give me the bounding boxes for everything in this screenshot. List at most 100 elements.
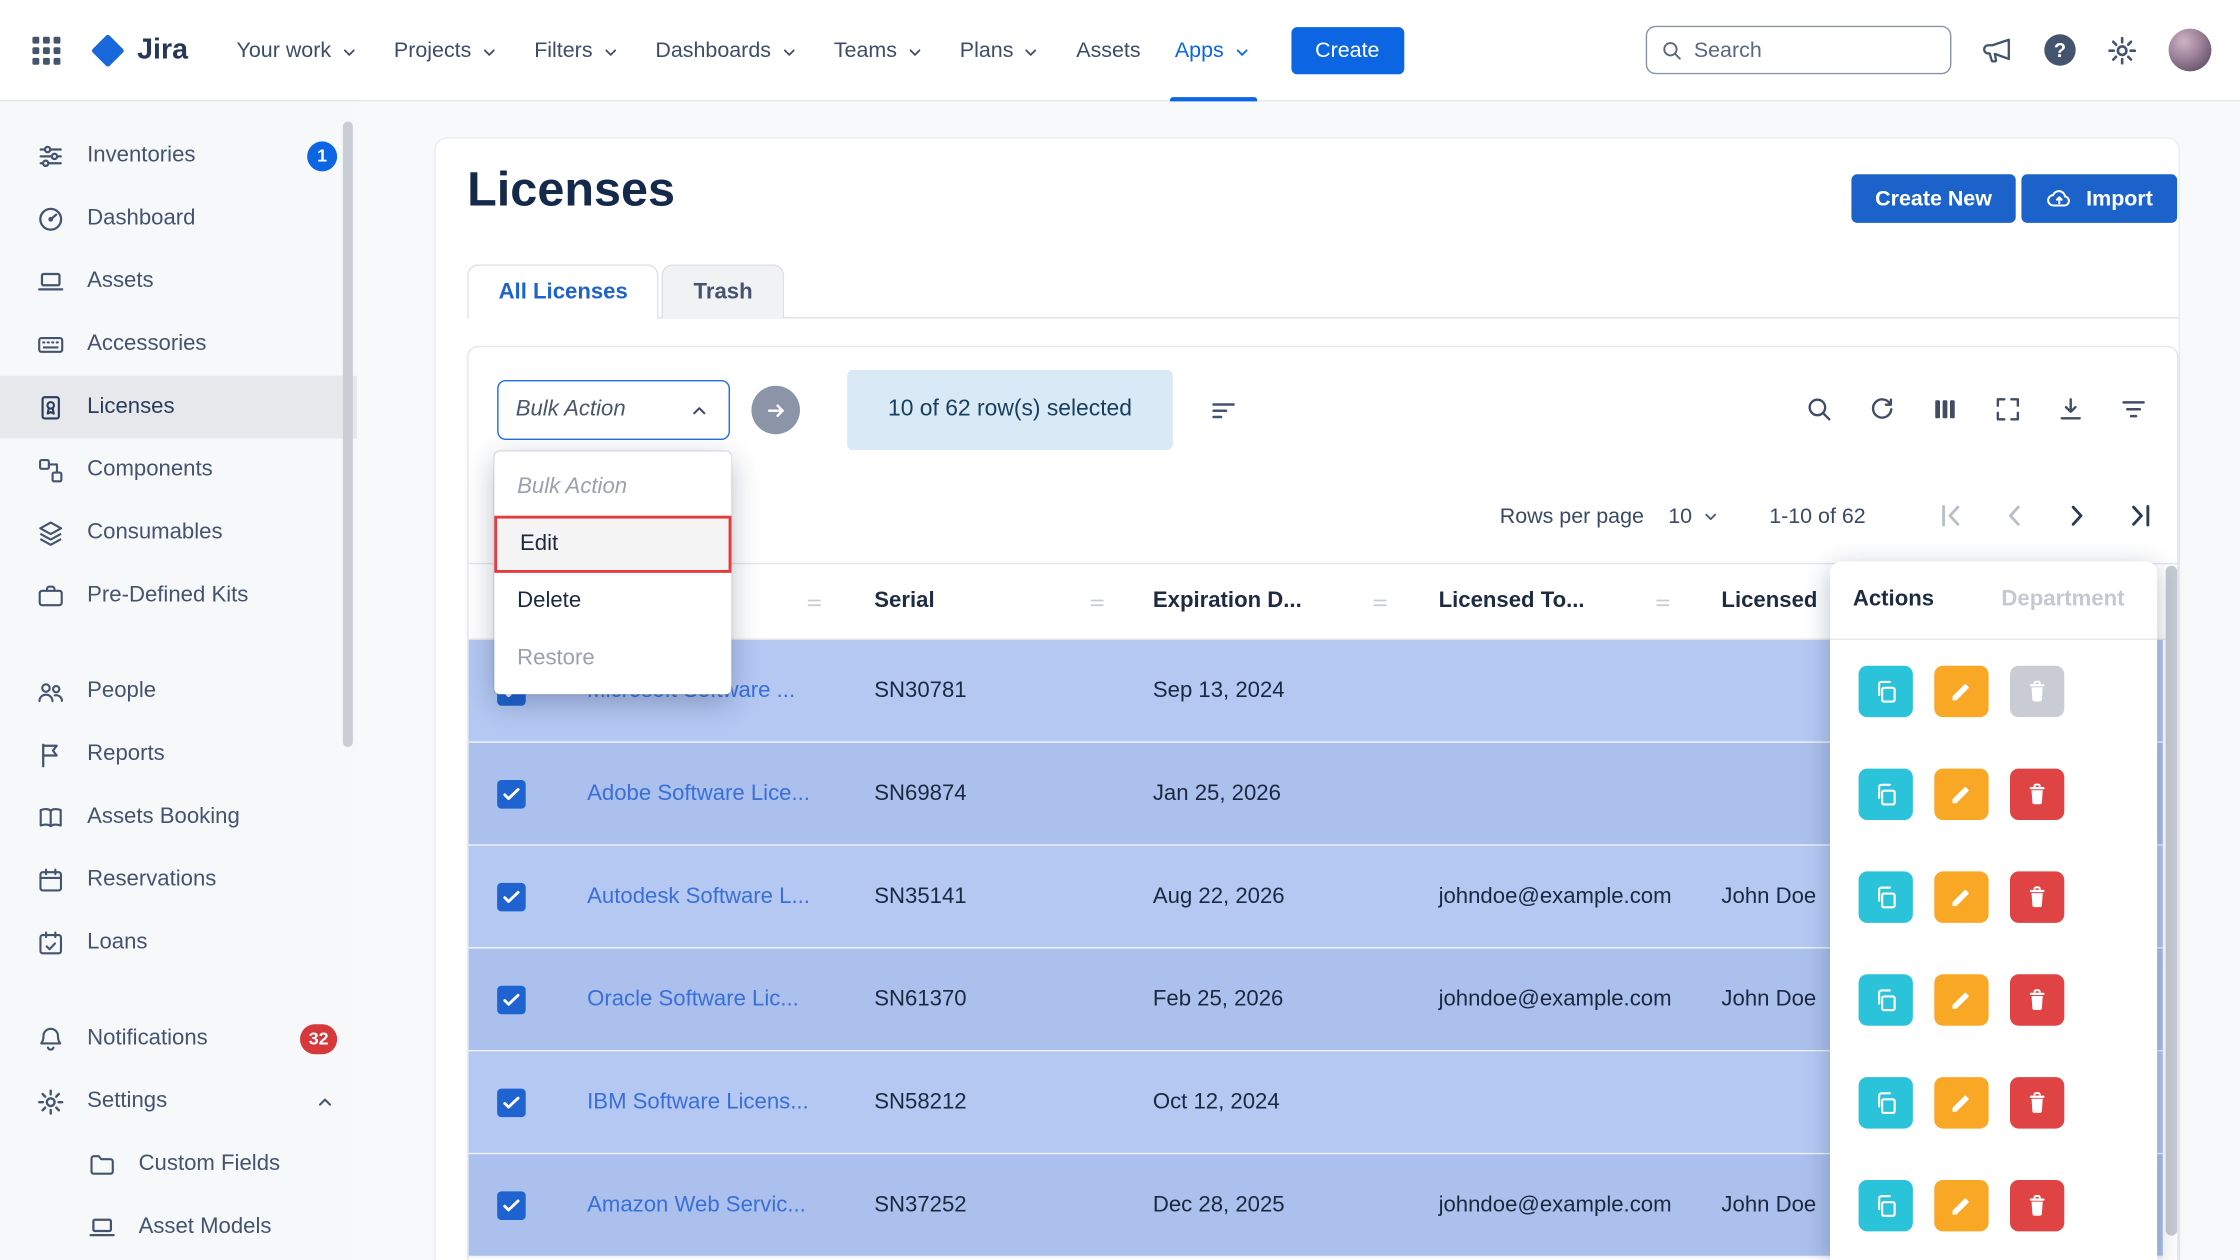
edit-button[interactable] — [1934, 769, 1988, 820]
nav-item-dashboards[interactable]: Dashboards — [638, 0, 816, 101]
row-checkbox-checked[interactable] — [497, 986, 526, 1015]
table-scrollbar-thumb[interactable] — [2166, 566, 2177, 1235]
jira-logo[interactable]: Jira — [89, 31, 188, 70]
sidebar-item-accessories[interactable]: Accessories — [0, 313, 357, 376]
sidebar-item-components[interactable]: Components — [0, 439, 357, 502]
copy-button[interactable] — [1859, 871, 1913, 922]
global-search[interactable] — [1646, 26, 1952, 75]
create-button[interactable]: Create — [1291, 26, 1404, 73]
edit-button[interactable] — [1934, 974, 1988, 1025]
column-header-actions: Actions — [1853, 587, 1934, 613]
delete-button[interactable] — [2010, 1180, 2064, 1231]
help-icon[interactable]: ? — [2044, 34, 2075, 65]
column-drag-handle[interactable] — [1084, 591, 1110, 614]
rows-per-page-select[interactable]: 10 — [1668, 504, 1722, 528]
first-page-button[interactable] — [1934, 499, 1968, 533]
calendar-check-icon — [36, 928, 66, 958]
sort-icon[interactable] — [1209, 396, 1239, 426]
edit-button[interactable] — [1934, 1180, 1988, 1231]
delete-button[interactable] — [2010, 1077, 2064, 1128]
license-name-link[interactable]: IBM Software Licens... — [587, 1051, 809, 1152]
search-input[interactable] — [1694, 38, 1937, 62]
nav-item-filters[interactable]: Filters — [517, 0, 638, 101]
sidebar-item-assets-booking[interactable]: Assets Booking — [0, 786, 357, 849]
sidebar-scrollbar[interactable] — [343, 121, 353, 747]
import-button[interactable]: Import — [2022, 174, 2177, 223]
edit-button[interactable] — [1934, 871, 1988, 922]
previous-page-button[interactable] — [1997, 499, 2031, 533]
user-avatar[interactable] — [2169, 29, 2212, 72]
nav-item-apps[interactable]: Apps — [1158, 0, 1270, 101]
sidebar-item-label: Reservations — [87, 867, 337, 893]
tab-trash[interactable]: Trash — [662, 264, 784, 318]
sidebar-item-notifications[interactable]: Notifications 32 — [0, 1007, 357, 1070]
column-header-serial[interactable]: Serial — [874, 564, 934, 638]
refresh-icon[interactable] — [1867, 394, 1897, 424]
copy-button[interactable] — [1859, 1180, 1913, 1231]
nav-item-your-work[interactable]: Your work — [219, 0, 376, 101]
column-header-licensed-name[interactable]: Licensed — [1721, 564, 1817, 638]
sidebar-item-custom-fields[interactable]: Custom Fields — [0, 1133, 357, 1196]
copy-button[interactable] — [1859, 769, 1913, 820]
delete-button[interactable] — [2010, 769, 2064, 820]
copy-button[interactable] — [1859, 666, 1913, 717]
sidebar-item-loans[interactable]: Loans — [0, 911, 357, 974]
sidebar-item-dashboard[interactable]: Dashboard — [0, 187, 357, 250]
tab-all-licenses[interactable]: All Licenses — [467, 264, 659, 318]
chevron-down-icon — [1021, 41, 1042, 62]
license-name-link[interactable]: Amazon Web Servic... — [587, 1154, 806, 1255]
menu-item-edit[interactable]: Edit — [494, 516, 731, 573]
column-header-licensed-to[interactable]: Licensed To... — [1439, 564, 1585, 638]
row-checkbox-checked[interactable] — [497, 883, 526, 912]
sidebar-item-settings[interactable]: Settings — [0, 1070, 357, 1133]
delete-button[interactable] — [2010, 974, 2064, 1025]
sidebar-item-reports[interactable]: Reports — [0, 723, 357, 786]
sidebar-item-people[interactable]: People — [0, 660, 357, 723]
sidebar-item-inventories[interactable]: Inventories 1 — [0, 124, 357, 187]
download-icon[interactable] — [2056, 394, 2086, 424]
megaphone-icon[interactable] — [1981, 34, 2014, 67]
copy-button[interactable] — [1859, 974, 1913, 1025]
column-drag-handle[interactable] — [1367, 591, 1393, 614]
row-checkbox-checked[interactable] — [497, 1089, 526, 1118]
column-drag-handle[interactable] — [801, 591, 827, 614]
settings-gear-icon[interactable] — [2106, 34, 2139, 67]
column-drag-handle[interactable] — [1650, 591, 1676, 614]
columns-icon[interactable] — [1930, 394, 1960, 424]
copy-button[interactable] — [1859, 1077, 1913, 1128]
app-switcher-icon[interactable] — [29, 32, 65, 68]
filter-icon[interactable] — [2119, 394, 2149, 424]
edit-button[interactable] — [1934, 666, 1988, 717]
menu-item-delete[interactable]: Delete — [494, 573, 731, 630]
license-name-link[interactable]: Oracle Software Lic... — [587, 949, 799, 1050]
sidebar-item-assets[interactable]: Assets — [0, 250, 357, 313]
licensed-to-cell: johndoe@example.com — [1439, 949, 1672, 1050]
jira-logo-icon — [89, 31, 128, 70]
fullscreen-icon[interactable] — [1993, 394, 2023, 424]
last-page-button[interactable] — [2123, 499, 2157, 533]
bulk-action-select[interactable]: Bulk Action — [497, 380, 730, 440]
search-icon[interactable] — [1804, 394, 1834, 424]
sidebar-item-label: Asset Models — [139, 1214, 338, 1240]
sidebar-item-pre-defined-kits[interactable]: Pre-Defined Kits — [0, 564, 357, 627]
license-name-link[interactable]: Autodesk Software L... — [587, 846, 810, 947]
sidebar-item-asset-models[interactable]: Asset Models — [0, 1196, 357, 1259]
nav-item-teams[interactable]: Teams — [817, 0, 943, 101]
row-checkbox-checked[interactable] — [497, 780, 526, 809]
delete-button[interactable] — [2010, 871, 2064, 922]
license-name-link[interactable]: Adobe Software Lice... — [587, 743, 810, 844]
chevron-down-icon — [600, 41, 621, 62]
apply-bulk-action-button[interactable] — [751, 386, 800, 435]
column-header-expiration[interactable]: Expiration D... — [1153, 564, 1302, 638]
nav-item-projects[interactable]: Projects — [377, 0, 517, 101]
copy-icon — [1871, 1191, 1900, 1220]
nav-item-plans[interactable]: Plans — [943, 0, 1059, 101]
nav-item-assets[interactable]: Assets — [1059, 0, 1158, 101]
sidebar-item-licenses[interactable]: Licenses — [0, 376, 357, 439]
create-new-button[interactable]: Create New — [1851, 174, 2016, 223]
edit-button[interactable] — [1934, 1077, 1988, 1128]
next-page-button[interactable] — [2060, 499, 2094, 533]
sidebar-item-consumables[interactable]: Consumables — [0, 501, 357, 564]
row-checkbox-checked[interactable] — [497, 1191, 526, 1220]
sidebar-item-reservations[interactable]: Reservations — [0, 849, 357, 912]
